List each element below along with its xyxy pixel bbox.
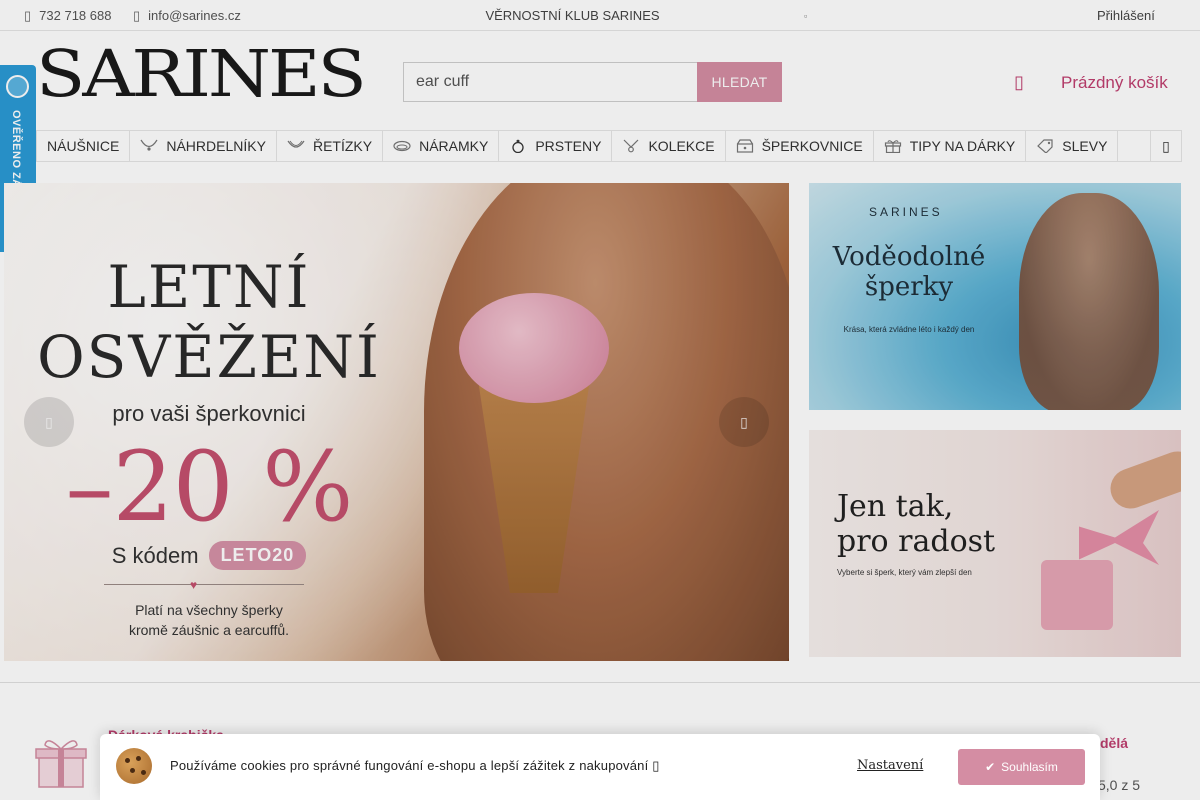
hero-terms-line1: Platí na všechny šperky [135,602,283,618]
cart-icon[interactable]: ▯ [1014,72,1024,93]
nav-label: PRSTENY [535,138,602,154]
nav-label: SLEVY [1062,138,1108,154]
language-switcher[interactable]: ▫ [804,0,807,31]
cookie-consent-bar: Používáme cookies pro správné fungování … [100,734,1100,800]
gift-bow-image [1079,510,1159,565]
nav-item-rings[interactable]: PRSTENY [499,131,613,161]
info-icon[interactable]: ▯ [652,758,659,773]
jewelry-box-icon [736,139,754,153]
hero-slider[interactable]: LETNÍ OSVĚŽENÍ pro vaši šperkovnici –20 … [4,183,789,661]
nav-item-collections[interactable]: KOLEKCE [612,131,726,161]
hero-terms: Platí na všechny šperky kromě záušnic a … [4,601,414,640]
site-logo[interactable]: SARINES [36,41,367,106]
banner-title: Jen tak, pro radost [837,489,996,559]
search-input[interactable] [403,62,697,102]
nav-label: NÁHRDELNÍKY [166,138,266,154]
bracelet-icon [393,139,411,153]
loyalty-club-label: VĚRNOSTNÍ KLUB SARINES [485,8,660,23]
cookie-settings-link[interactable]: Nastavení [857,758,923,773]
menu-icon: ▯ [1162,137,1170,154]
cart-link[interactable]: Prázdný košík [1061,73,1168,93]
loyalty-club-link[interactable]: VĚRNOSTNÍ KLUB SARINES [0,0,1145,31]
heart-icon: ♥ [190,578,198,592]
cookie-message: Používáme cookies pro správné fungování … [170,758,660,774]
promo-code-badge: LETO20 [208,541,307,570]
hero-headline-line2: OSVĚŽENÍ [37,323,381,391]
pendant-icon [622,139,640,153]
verified-seal-icon [6,75,29,98]
nav-more-button[interactable]: ▯ [1150,131,1181,161]
cookie-agree-button[interactable]: ✔ Souhlasím [958,749,1085,785]
agree-label: Souhlasím [1001,760,1058,774]
search-form: HLEDAT [403,62,782,102]
ring-icon [509,139,527,153]
nav-item-bracelets[interactable]: NÁRAMKY [383,131,500,161]
nav-item-earrings[interactable]: NÁUŠNICE [37,131,131,161]
hero-divider [104,584,304,594]
slider-prev-button[interactable]: ▯ [24,397,74,447]
check-icon: ✔ [985,760,996,774]
top-bar: ▯ 732 718 688 ▯ info@sarines.cz VĚRNOSTN… [0,0,1200,31]
ice-cream-scoop-image [459,293,609,403]
hero-headline-line1: LETNÍ [107,253,311,321]
login-label: Přihlášení [1097,8,1155,23]
flag-icon: ▫ [804,10,808,21]
nav-label: ŘETÍZKY [312,138,373,154]
chevron-left-icon: ▯ [45,413,53,430]
nav-label: TIPY NA DÁRKY [909,138,1016,154]
banner-title-line2: pro radost [837,523,996,559]
tag-icon [1036,139,1054,153]
header: SARINES HLEDAT ▯ Prázdný košík [0,32,1200,130]
banner-title-line1: Jen tak, [837,489,954,524]
banner-waterproof-jewelry[interactable]: SARINES Voděodolné šperky Krása, která z… [809,183,1181,410]
banner-title-line2: šperky [864,271,954,302]
main-navigation: NÁUŠNICE NÁHRDELNÍKY ŘETÍZKY NÁRAMKY PRS… [36,130,1182,162]
nav-item-chains[interactable]: ŘETÍZKY [277,131,384,161]
gift-icon [884,139,902,153]
banner-just-for-joy[interactable]: Jen tak, pro radost Vyberte si šperk, kt… [809,430,1181,657]
cookie-icon [116,748,152,784]
search-button[interactable]: HLEDAT [697,62,782,102]
gift-box-image [1041,560,1113,630]
gift-box-icon [33,735,89,789]
banner-title-line1: Voděodolné [832,242,986,272]
nav-label: NÁRAMKY [419,138,489,154]
banner-hand-image [1104,445,1181,515]
hero-terms-line2: kromě záušnic a earcuffů. [128,621,290,638]
slider-next-button[interactable]: ▯ [719,397,769,447]
promo-code-prefix: S kódem [111,542,199,568]
necklace-icon [140,139,158,153]
hero-promo-code-row: S kódem LETO20 [4,541,414,570]
nav-item-jewelry-boxes[interactable]: ŠPERKOVNICE [726,131,874,161]
rating-value: 5,0 z 5 [1098,777,1141,793]
banner-model-image [1019,193,1159,410]
hero-discount: –20 % [65,431,354,543]
nav-label: ŠPERKOVNICE [761,138,863,154]
nav-label: KOLEKCE [648,138,715,154]
nav-label: NÁUŠNICE [47,138,120,154]
login-link[interactable]: Přihlášení [1097,0,1155,31]
nav-item-necklaces[interactable]: NÁHRDELNÍKY [130,131,277,161]
banner-subtitle: Krása, která zvládne léto i každý den [843,325,975,334]
chevron-right-icon: ▯ [740,413,748,430]
banner-brand: SARINES [869,205,943,219]
cookie-message-text: Používáme cookies pro správné fungování … [170,758,649,773]
banner-title: Voděodolné šperky [819,242,999,303]
nav-item-sale[interactable]: SLEVY [1026,131,1119,161]
rating-title: dělá [1100,735,1129,751]
banner-subtitle: Vyberte si šperk, který vám zlepší den [837,568,972,577]
chain-icon [287,139,305,153]
nav-item-gift-tips[interactable]: TIPY NA DÁRKY [874,131,1027,161]
